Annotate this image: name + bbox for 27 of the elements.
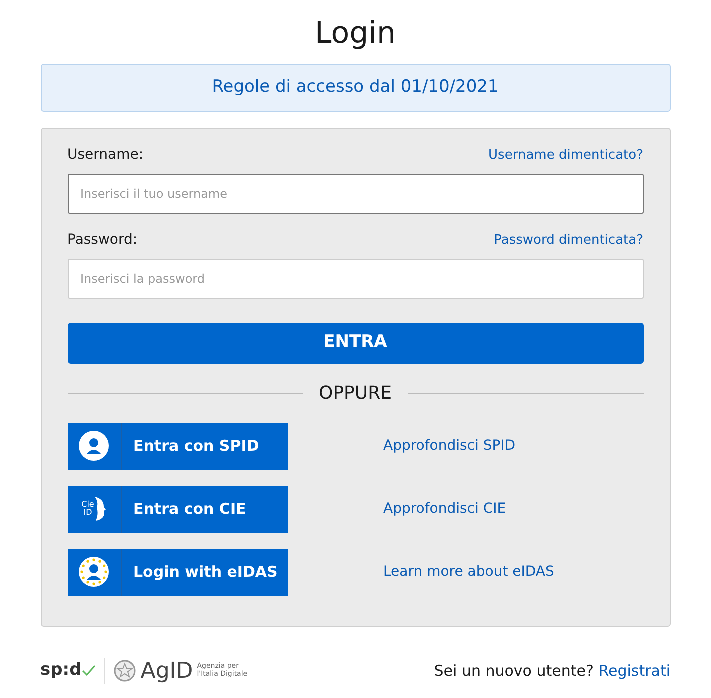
field-label: Username: <box>68 146 144 164</box>
page-title: Login <box>314 16 397 52</box>
access-rules-banner[interactable]: Regole di accesso dal 01/10/2021 <box>40 64 670 112</box>
cie-text: ID <box>82 509 94 517</box>
user-icon <box>79 431 109 461</box>
face-profile-icon <box>94 496 106 522</box>
eu-user-icon <box>79 557 109 587</box>
forgot-link[interactable]: Password dimenticata? <box>494 231 644 250</box>
emblem-icon <box>112 659 137 683</box>
cie-text: Cie <box>82 501 94 509</box>
provider-button[interactable]: Entra con SPID <box>68 422 288 470</box>
check-icon <box>82 665 96 677</box>
forgot-link[interactable]: Username dimenticato? <box>488 146 644 166</box>
learn-more-link[interactable]: Learn more about eIDAS <box>384 564 554 580</box>
learn-more-link[interactable]: Approfondisci CIE <box>384 500 506 516</box>
provider-button[interactable]: Cie ID Entra con CIE <box>68 486 288 532</box>
separator-text: OPPURE <box>318 382 393 406</box>
agid-logo: AgID <box>140 658 194 686</box>
question-text: Sei un nuovo utente? <box>434 662 595 680</box>
field-label: Password: <box>68 230 138 250</box>
input-field[interactable]: Inserisci il tuo username <box>68 174 644 214</box>
input-field[interactable]: Inserisci la password <box>68 258 644 298</box>
provider-button[interactable]: Login with eIDAS <box>68 548 288 596</box>
spid-logo: sp:d <box>40 659 82 682</box>
learn-more-link[interactable]: Approfondisci SPID <box>384 438 516 454</box>
login-button[interactable]: ENTRA <box>68 322 644 364</box>
register-link[interactable]: Registrati <box>598 662 670 680</box>
